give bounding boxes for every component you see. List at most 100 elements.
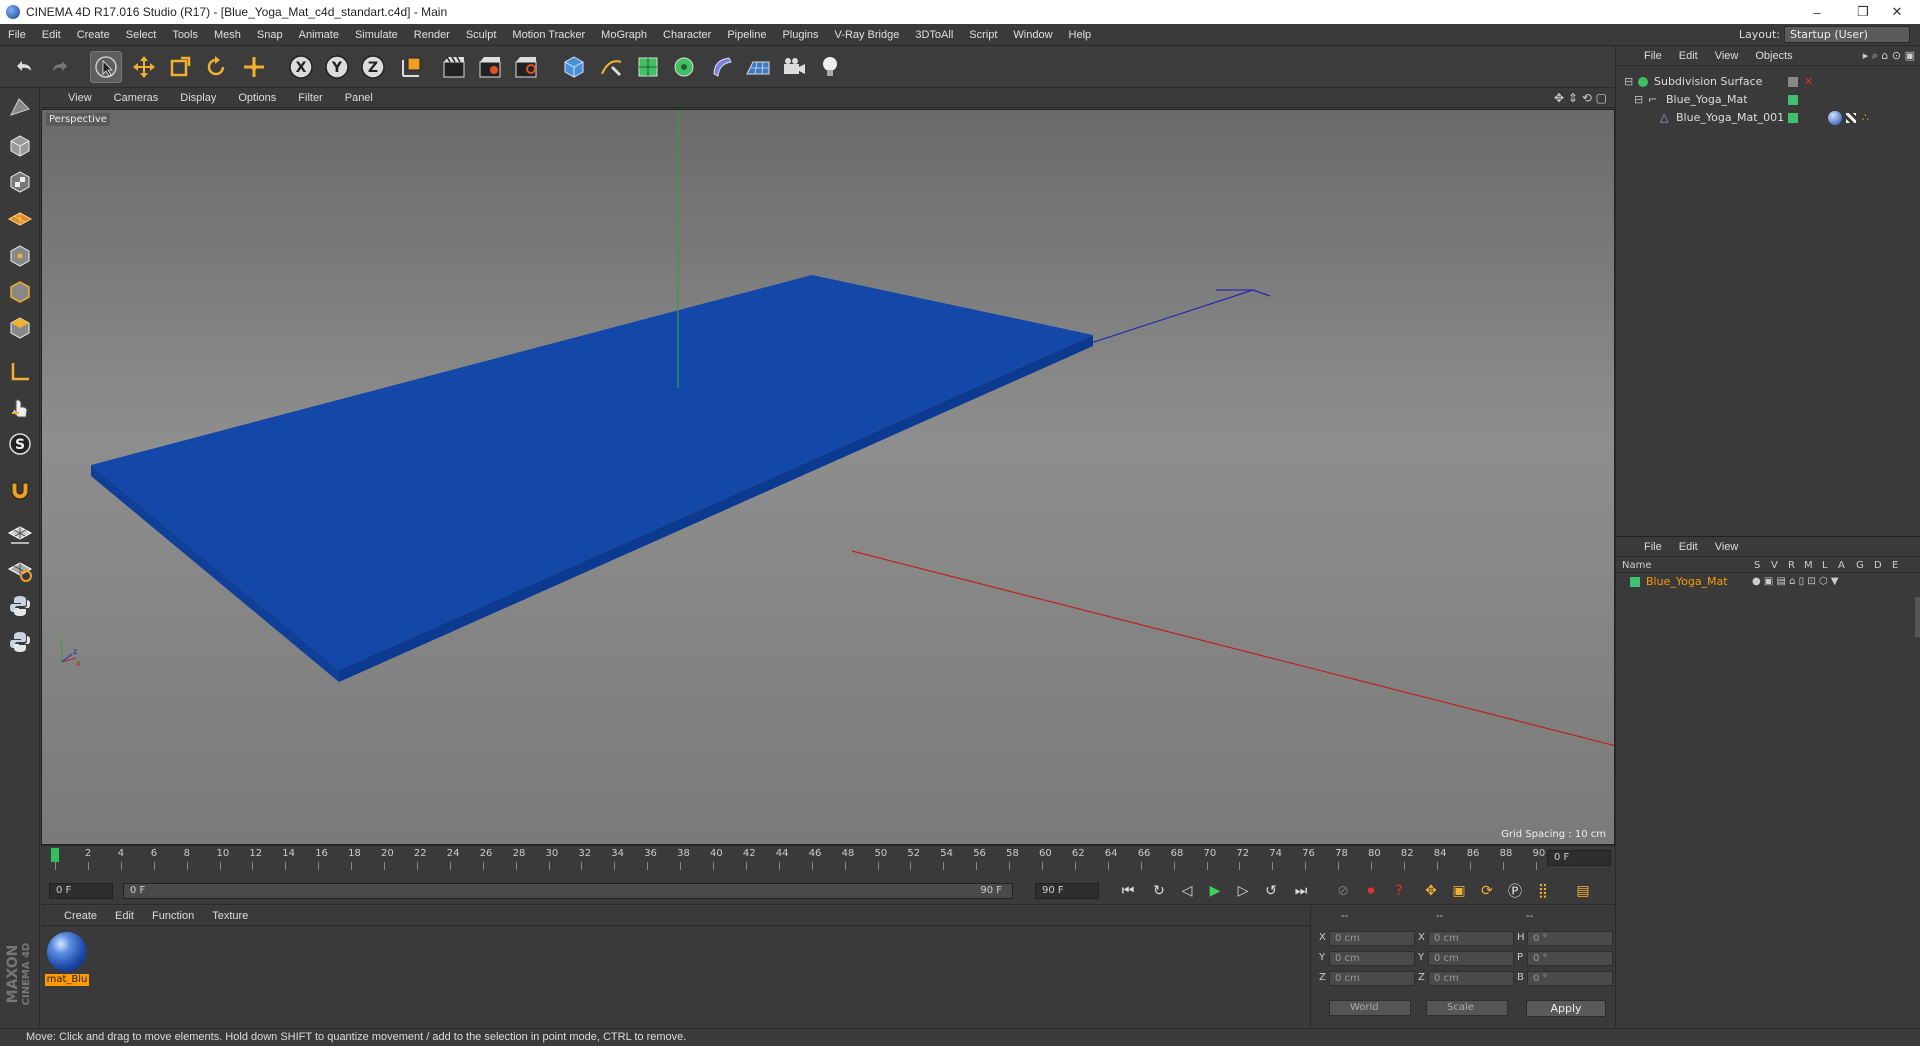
size-z-field[interactable]: 0 cm xyxy=(1428,971,1514,986)
workplane-icon[interactable] xyxy=(4,202,36,234)
tree-item-blue-yoga-mat-001[interactable]: △ Blue_Yoga_Mat_001 ∴ xyxy=(1616,109,1920,127)
menu-animate[interactable]: Animate xyxy=(291,29,347,41)
close-button[interactable]: ✕ xyxy=(1874,0,1920,24)
viewport-menu-display[interactable]: Display xyxy=(169,92,227,104)
floor-icon[interactable] xyxy=(742,51,774,83)
rot-p-field[interactable]: 0 ° xyxy=(1527,951,1613,966)
tree-item-blue-yoga-mat[interactable]: ⊟ ⌐ Blue_Yoga_Mat xyxy=(1616,91,1920,109)
texture-tag-icon[interactable] xyxy=(1846,113,1856,123)
prev-key-icon[interactable]: ↻ xyxy=(1147,880,1171,902)
axis-mode-icon[interactable] xyxy=(4,356,36,388)
object-menu-objects[interactable]: Objects xyxy=(1747,50,1801,62)
viewport-menu-filter[interactable]: Filter xyxy=(287,92,333,104)
timeline-window-icon[interactable]: ▤ xyxy=(1571,880,1595,902)
workplane-grid-icon[interactable] xyxy=(4,518,36,550)
make-editable-icon[interactable] xyxy=(4,92,36,124)
menu-render[interactable]: Render xyxy=(406,29,458,41)
3d-viewport[interactable]: y z x Perspective Grid Spacing : 10 cm xyxy=(41,109,1615,845)
menu-character[interactable]: Character xyxy=(655,29,719,41)
material-tag-icon[interactable] xyxy=(1828,111,1842,125)
layer-menu-file[interactable]: File xyxy=(1636,541,1671,553)
camera-icon[interactable] xyxy=(778,51,810,83)
coordinate-system-icon[interactable] xyxy=(396,51,428,83)
scale-icon[interactable] xyxy=(164,51,196,83)
frame-range-slider[interactable]: 0 F 90 F xyxy=(123,883,1013,899)
snap-icon[interactable]: S xyxy=(4,428,36,460)
size-mode-select[interactable]: Scale xyxy=(1426,1000,1508,1016)
menu-help[interactable]: Help xyxy=(1061,29,1100,41)
menu-pipeline[interactable]: Pipeline xyxy=(719,29,774,41)
viewport-menu-view[interactable]: View xyxy=(57,92,103,104)
layer-menu-view[interactable]: View xyxy=(1707,541,1748,553)
viewport-menu-options[interactable]: Options xyxy=(227,92,287,104)
record-icon[interactable]: ⏺ xyxy=(1359,880,1383,902)
next-key-icon[interactable]: ↺ xyxy=(1259,880,1283,902)
menu-tools[interactable]: Tools xyxy=(164,29,206,41)
edit-toggle-icon[interactable] xyxy=(1788,77,1798,87)
expand-icon[interactable]: ⊟ xyxy=(1634,91,1643,109)
current-frame-field[interactable]: 0 F xyxy=(1547,850,1611,866)
material-menu-texture[interactable]: Texture xyxy=(203,910,257,922)
undo-icon[interactable] xyxy=(8,51,40,83)
apply-button[interactable]: Apply xyxy=(1526,1000,1606,1017)
cube-icon[interactable] xyxy=(558,51,590,83)
x-axis-icon[interactable]: X xyxy=(285,51,317,83)
cloner-icon[interactable] xyxy=(668,51,700,83)
minimize-button[interactable]: – xyxy=(1794,0,1840,24)
go-to-end-icon[interactable]: ⏭ xyxy=(1289,880,1313,902)
object-menu-edit[interactable]: Edit xyxy=(1671,50,1707,62)
render-picture-viewer-icon[interactable] xyxy=(474,51,506,83)
texture-mode-icon[interactable] xyxy=(4,166,36,198)
material-menu-create[interactable]: Create xyxy=(55,910,106,922)
rot-h-field[interactable]: 0 ° xyxy=(1527,931,1613,946)
pos-x-field[interactable]: 0 cm xyxy=(1329,931,1415,946)
menu-edit[interactable]: Edit xyxy=(34,29,69,41)
tweak-icon[interactable] xyxy=(4,392,36,424)
coordinate-mode-select[interactable]: World xyxy=(1329,1000,1411,1016)
object-menu-view[interactable]: View xyxy=(1707,50,1748,62)
layer-menu-edit[interactable]: Edit xyxy=(1671,541,1707,553)
menu-simulate[interactable]: Simulate xyxy=(347,29,406,41)
menu-snap[interactable]: Snap xyxy=(249,29,291,41)
python-2-icon[interactable] xyxy=(4,626,36,658)
key-rotation-icon[interactable]: ⟳ xyxy=(1475,880,1499,902)
magnet-icon[interactable] xyxy=(4,474,36,506)
pos-z-field[interactable]: 0 cm xyxy=(1329,971,1415,986)
size-y-field[interactable]: 0 cm xyxy=(1428,951,1514,966)
key-param-icon[interactable]: Ⓟ xyxy=(1503,880,1527,902)
layout-select[interactable]: Startup (User) xyxy=(1784,26,1910,43)
subdivision-icon[interactable] xyxy=(632,51,664,83)
render-settings-icon[interactable] xyxy=(510,51,542,83)
object-panel-tools-icon[interactable]: ▸ ⌕ ⌂ ⊙ ▣ xyxy=(1863,49,1915,63)
y-axis-icon[interactable]: Y xyxy=(321,51,353,83)
end-frame-field[interactable]: 90 F xyxy=(1035,883,1099,899)
edges-mode-icon[interactable] xyxy=(4,276,36,308)
disable-toggle-icon[interactable]: ✕ xyxy=(1804,73,1813,91)
next-frame-icon[interactable]: ▷ xyxy=(1231,880,1255,902)
play-icon[interactable]: ▶ xyxy=(1203,880,1227,902)
material-swatch[interactable]: mat_Blu xyxy=(45,932,89,988)
live-select-icon[interactable] xyxy=(90,51,122,83)
menu-sculpt[interactable]: Sculpt xyxy=(458,29,505,41)
menu-mesh[interactable]: Mesh xyxy=(206,29,249,41)
start-frame-field[interactable]: 0 F xyxy=(49,883,113,899)
spline-pen-icon[interactable] xyxy=(596,51,628,83)
python-icon[interactable] xyxy=(4,590,36,622)
deformer-icon[interactable] xyxy=(706,51,738,83)
material-menu-function[interactable]: Function xyxy=(143,910,203,922)
locked-workplane-icon[interactable] xyxy=(4,554,36,586)
prev-frame-icon[interactable]: ◁ xyxy=(1175,880,1199,902)
material-menu-edit[interactable]: Edit xyxy=(106,910,143,922)
size-x-field[interactable]: 0 cm xyxy=(1428,931,1514,946)
phong-tag-icon[interactable]: ∴ xyxy=(1862,109,1869,127)
menu-window[interactable]: Window xyxy=(1005,29,1060,41)
viewport-menu-cameras[interactable]: Cameras xyxy=(103,92,170,104)
playhead-marker[interactable] xyxy=(51,848,59,862)
layer-toggle-icons[interactable]: ● ▣ ▤ ⌂ ▯ ⊡ ⬡ ▼ xyxy=(1752,574,1839,590)
transform-icon[interactable] xyxy=(238,51,270,83)
menu-create[interactable]: Create xyxy=(69,29,118,41)
key-pla-icon[interactable]: ⣿ xyxy=(1531,880,1555,902)
menu-script[interactable]: Script xyxy=(961,29,1005,41)
menu-plugins[interactable]: Plugins xyxy=(774,29,826,41)
rot-b-field[interactable]: 0 ° xyxy=(1527,971,1613,986)
